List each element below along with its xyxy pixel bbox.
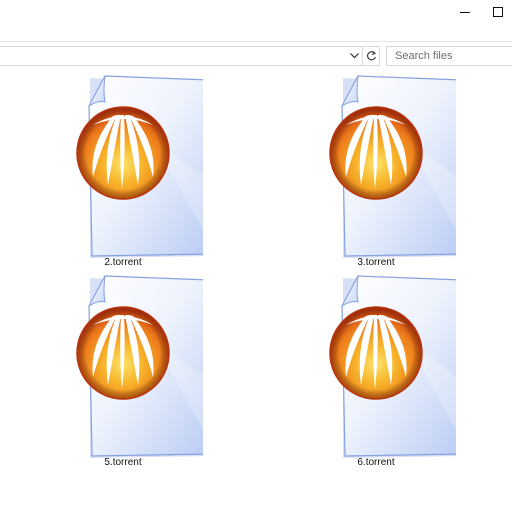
file-item[interactable]: 3.torrent <box>296 70 456 270</box>
search-input[interactable] <box>387 47 512 65</box>
refresh-icon <box>367 50 377 61</box>
file-item[interactable]: 2.torrent <box>43 70 203 270</box>
address-bar[interactable] <box>0 46 380 66</box>
minimize-button[interactable] <box>448 0 482 26</box>
file-name: 2.torrent <box>104 257 142 268</box>
bittorrent-file-icon <box>43 70 203 260</box>
bittorrent-file-icon <box>296 270 456 460</box>
maximize-button[interactable] <box>481 0 512 26</box>
file-explorer-window: 2.torrent 3.torrent 5.torrent 6.torrent <box>0 0 512 512</box>
file-list-view: 2.torrent 3.torrent 5.torrent 6.torrent <box>0 70 512 512</box>
file-item[interactable]: 6.torrent <box>296 270 456 470</box>
file-name: 3.torrent <box>357 257 395 268</box>
navigation-toolbar <box>0 41 512 70</box>
file-name: 6.torrent <box>357 457 395 468</box>
minimize-icon <box>460 12 470 13</box>
address-history-dropdown[interactable] <box>346 47 362 65</box>
refresh-button[interactable] <box>362 47 379 65</box>
bittorrent-file-icon <box>296 70 456 260</box>
file-name: 5.torrent <box>104 457 142 468</box>
bittorrent-file-icon <box>43 270 203 460</box>
file-item[interactable]: 5.torrent <box>43 270 203 470</box>
maximize-icon <box>493 7 503 17</box>
title-bar <box>0 0 512 26</box>
chevron-down-icon <box>350 53 359 59</box>
search-box[interactable] <box>386 46 512 66</box>
